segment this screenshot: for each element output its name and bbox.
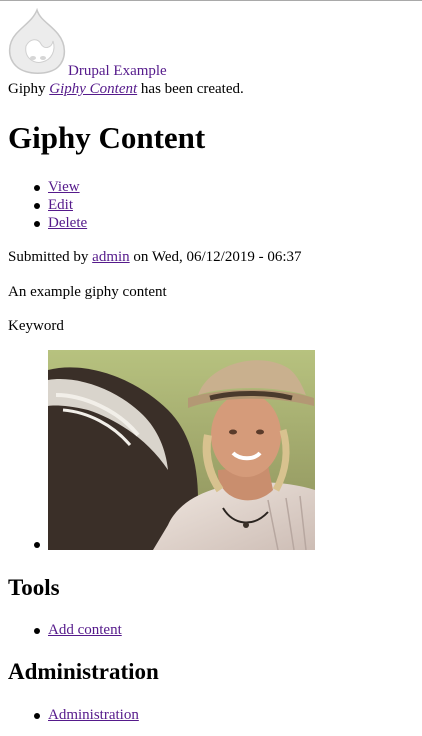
submitted-line: Submitted by admin on Wed, 06/12/2019 - … (8, 248, 302, 266)
tab-view-link[interactable]: View (48, 179, 80, 195)
node-tabs: View Edit Delete (8, 178, 87, 232)
submitted-prefix: Submitted by (8, 249, 89, 265)
giphy-image (48, 350, 315, 550)
submitted-date: on Wed, 06/12/2019 - 06:37 (133, 249, 302, 265)
tools-menu-item: Add content (8, 621, 122, 639)
status-message: Giphy Giphy Content has been created. (8, 80, 244, 98)
administration-menu-item: Administration (8, 706, 139, 724)
tab-delete: Delete (8, 214, 87, 232)
tab-delete-link[interactable]: Delete (48, 215, 87, 231)
gif-list-bullet (34, 542, 40, 548)
tab-edit: Edit (8, 196, 87, 214)
add-content-link[interactable]: Add content (48, 622, 122, 638)
page-title: Giphy Content (8, 120, 206, 155)
keyword-label: Keyword (8, 318, 64, 334)
drupal-logo-icon (8, 8, 66, 74)
tab-edit-link[interactable]: Edit (48, 197, 73, 213)
site-name: Drupal Example (68, 63, 167, 79)
tools-menu: Add content (8, 621, 122, 639)
top-border (0, 0, 422, 1)
tab-view: View (8, 178, 87, 196)
status-suffix: has been created. (140, 81, 244, 97)
created-node-link[interactable]: Giphy Content (49, 81, 137, 97)
administration-block-title: Administration (8, 659, 159, 684)
tools-block-title: Tools (8, 575, 60, 600)
administration-link[interactable]: Administration (48, 707, 139, 723)
status-prefix: Giphy (8, 81, 46, 97)
node-body: An example giphy content (8, 284, 167, 300)
author-link[interactable]: admin (92, 249, 130, 265)
administration-menu: Administration (8, 706, 139, 724)
